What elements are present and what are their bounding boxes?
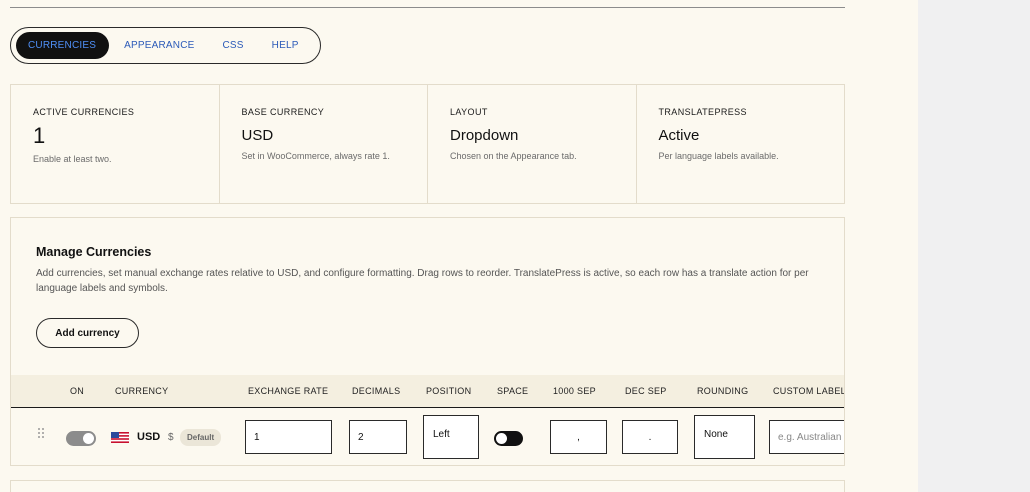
tab-currencies[interactable]: CURRENCIES bbox=[16, 32, 110, 59]
currency-code: USD bbox=[137, 431, 161, 443]
drag-handle-icon[interactable] bbox=[38, 428, 46, 438]
position-select[interactable]: Left bbox=[423, 415, 479, 459]
admin-side-panel bbox=[918, 0, 1030, 492]
tab-appearance[interactable]: APPEARANCE bbox=[124, 32, 194, 59]
stat-note: Chosen on the Appearance tab. bbox=[450, 151, 577, 161]
exchange-rate-input[interactable] bbox=[245, 420, 332, 454]
us-flag-icon bbox=[111, 432, 129, 443]
rounding-select[interactable]: None bbox=[694, 415, 755, 459]
manage-description: Add currencies, set manual exchange rate… bbox=[36, 268, 809, 294]
stat-label: TRANSLATEPRESS bbox=[658, 107, 747, 117]
space-toggle[interactable] bbox=[494, 431, 523, 446]
summary-stats: ACTIVE CURRENCIES 1 Enable at least two.… bbox=[10, 84, 845, 204]
header-exchange-rate: EXCHANGE RATE bbox=[248, 386, 329, 396]
stat-layout: LAYOUT Dropdown Chosen on the Appearance… bbox=[428, 85, 637, 203]
manage-title: Manage Currencies bbox=[36, 245, 152, 259]
header-decimal-sep: DEC SEP bbox=[625, 386, 667, 396]
decimal-separator-input[interactable] bbox=[622, 420, 678, 454]
stat-note: Enable at least two. bbox=[33, 154, 112, 164]
stat-label: BASE CURRENCY bbox=[241, 107, 325, 117]
enabled-toggle[interactable] bbox=[66, 431, 96, 446]
default-badge: Default bbox=[180, 429, 222, 446]
header-currency: CURRENCY bbox=[115, 386, 169, 396]
header-custom-label: CUSTOM LABEL bbox=[773, 386, 844, 396]
stat-note: Per language labels available. bbox=[658, 151, 779, 161]
header-rounding: ROUNDING bbox=[697, 386, 749, 396]
add-currency-button[interactable]: Add currency bbox=[36, 318, 139, 348]
next-section-edge bbox=[10, 480, 845, 492]
decimals-input[interactable] bbox=[349, 420, 407, 454]
stat-label: ACTIVE CURRENCIES bbox=[33, 107, 135, 117]
custom-label-input[interactable] bbox=[769, 420, 844, 454]
stat-active-currencies: ACTIVE CURRENCIES 1 Enable at least two. bbox=[11, 85, 220, 203]
currency-symbol: $ bbox=[168, 432, 174, 443]
stat-translatepress: TRANSLATEPRESS Active Per language label… bbox=[637, 85, 845, 203]
table-row: USD $ Default Left None bbox=[11, 408, 844, 466]
header-decimals: DECIMALS bbox=[352, 386, 401, 396]
settings-tabs: CURRENCIES APPEARANCE CSS HELP bbox=[10, 27, 321, 64]
currency-table-header: ON CURRENCY EXCHANGE RATE DECIMALS POSIT… bbox=[11, 375, 844, 408]
header-space: SPACE bbox=[497, 386, 529, 396]
header-position: POSITION bbox=[426, 386, 472, 396]
tab-help[interactable]: HELP bbox=[272, 32, 299, 59]
stat-note: Set in WooCommerce, always rate 1. bbox=[241, 151, 390, 161]
stat-base-currency: BASE CURRENCY USD Set in WooCommerce, al… bbox=[220, 85, 428, 203]
stat-value: Active bbox=[658, 127, 700, 144]
stat-value: Dropdown bbox=[450, 127, 519, 144]
stat-value: USD bbox=[241, 127, 274, 144]
tab-css[interactable]: CSS bbox=[222, 32, 243, 59]
stat-label: LAYOUT bbox=[450, 107, 488, 117]
top-divider bbox=[10, 7, 845, 8]
thousand-separator-input[interactable] bbox=[550, 420, 607, 454]
header-on: ON bbox=[70, 386, 85, 396]
header-thousand-sep: 1000 SEP bbox=[553, 386, 596, 396]
manage-currencies-panel: Manage Currencies Add currencies, set ma… bbox=[10, 217, 845, 466]
stat-value: 1 bbox=[33, 123, 46, 148]
